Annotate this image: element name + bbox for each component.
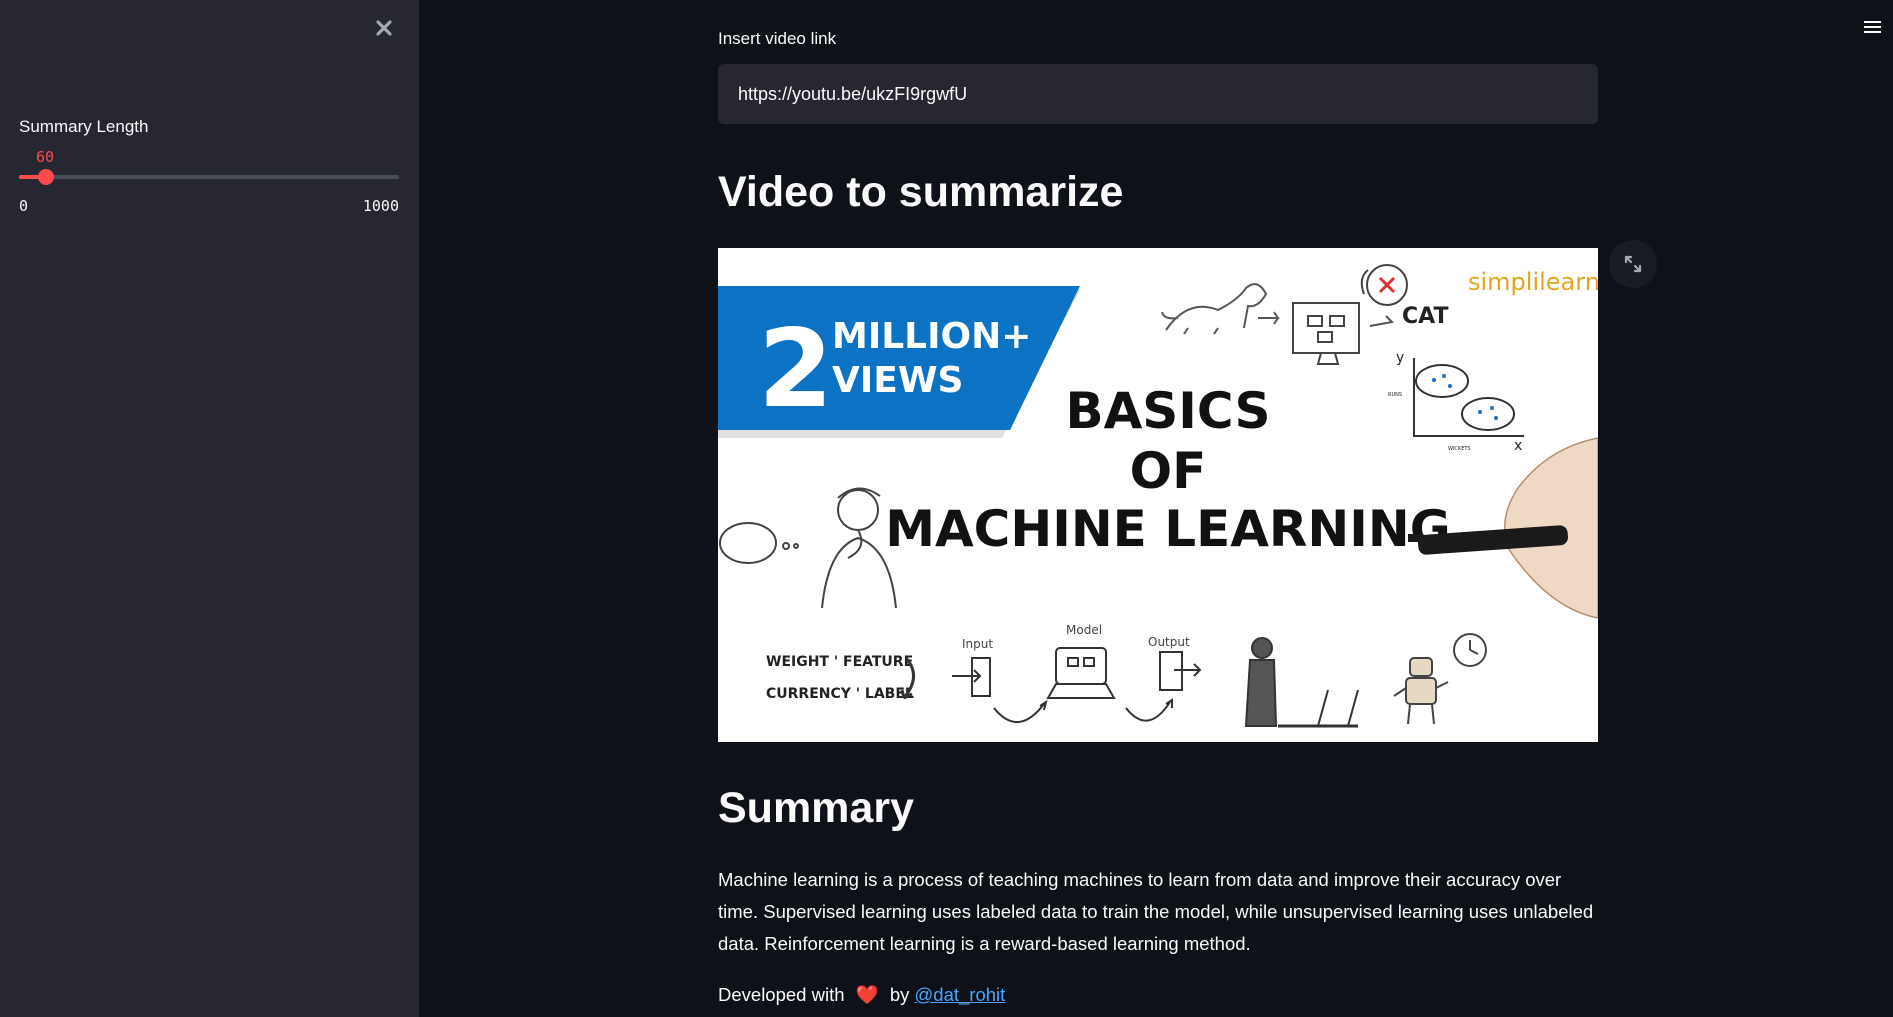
label-weight-feature: WEIGHT ' FEATURE: [766, 654, 913, 670]
hamburger-menu-button[interactable]: [1862, 18, 1884, 40]
pipeline-sketch: [952, 647, 1202, 724]
robot-sketch: [1393, 633, 1487, 725]
menu-bar: [1864, 26, 1881, 28]
label-cat: CAT: [1402, 304, 1448, 329]
badge-line1: MILLION+: [832, 316, 1031, 357]
app-window: Summary Length 60 0 1000 Insert video li…: [0, 0, 1893, 1017]
monitor-sketch: [1292, 302, 1360, 365]
badge-number: 2: [758, 307, 833, 432]
summary-heading: Summary: [718, 784, 914, 832]
footer: Developed with ❤️ by @dat_rohit: [718, 984, 1005, 1006]
fullscreen-expand-icon: [1624, 255, 1642, 273]
dog-sketch: [1161, 283, 1268, 335]
title-line2: OF: [1130, 442, 1207, 500]
label-input: Input: [962, 637, 993, 651]
slider-current-value: 60: [36, 148, 55, 166]
author-link[interactable]: @dat_rohit: [915, 984, 1006, 1005]
label-currency-label: CURRENCY ' LABEL: [766, 686, 914, 702]
slider-min-label: 0: [19, 197, 29, 215]
footer-prefix: Developed with: [718, 984, 845, 1005]
label-output: Output: [1148, 635, 1190, 649]
heart-icon: ❤️: [855, 984, 879, 1005]
sidebar: Summary Length 60 0 1000: [0, 0, 419, 1017]
brand-logo: simplilearn: [1468, 268, 1598, 296]
thinking-person-sketch: [719, 487, 897, 609]
menu-bar: [1864, 31, 1881, 33]
title-line3: MACHINE LEARNING: [885, 500, 1451, 558]
slider-label: Summary Length: [19, 117, 149, 136]
badge-line2: VIEWS: [832, 360, 963, 401]
sidebar-close-button[interactable]: [370, 14, 398, 42]
video-heading: Video to summarize: [718, 168, 1124, 216]
video-thumbnail: 2 MILLION+ VIEWS BASICS OF MACHINE LEARN…: [718, 248, 1598, 742]
thumbnail-art: 2 MILLION+ VIEWS BASICS OF MACHINE LEARN…: [718, 264, 1598, 728]
title-line1: BASICS: [1065, 382, 1270, 440]
menu-bar: [1864, 21, 1881, 23]
slider-thumb[interactable]: [38, 169, 54, 185]
summary-text: Machine learning is a process of teachin…: [718, 869, 1594, 954]
close-icon: [376, 20, 392, 36]
label-y: y: [1396, 350, 1404, 366]
slider-max-label: 1000: [362, 197, 399, 215]
label-runs: RUNS: [1388, 392, 1402, 398]
fullscreen-button[interactable]: [1609, 240, 1657, 288]
summary-length-slider[interactable]: [19, 169, 399, 185]
footer-by: by: [889, 984, 910, 1005]
video-link-input[interactable]: [718, 64, 1598, 124]
label-model: Model: [1066, 623, 1102, 637]
scatter-sketch: [1413, 358, 1524, 437]
person-laptop-sketch: [1244, 637, 1359, 728]
video-link-label: Insert video link: [718, 29, 837, 48]
label-x: x: [1514, 438, 1522, 454]
label-wickets: WICKETS: [1448, 446, 1471, 452]
